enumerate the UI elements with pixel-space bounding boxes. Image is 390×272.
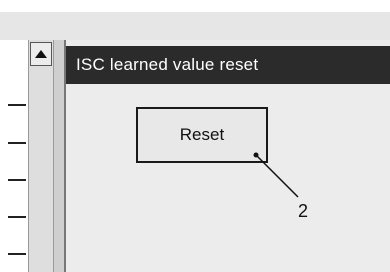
panel-title: ISC learned value reset bbox=[66, 46, 390, 84]
list-row-divider bbox=[8, 104, 26, 106]
list-row-divider bbox=[8, 253, 26, 255]
left-list-pane bbox=[0, 40, 28, 272]
reset-button[interactable]: Reset bbox=[136, 107, 268, 163]
list-row-divider bbox=[8, 216, 26, 218]
pane-splitter[interactable] bbox=[54, 40, 66, 272]
scroll-up-button[interactable] bbox=[30, 42, 52, 66]
triangle-up-icon bbox=[35, 50, 47, 58]
panel-title-text: ISC learned value reset bbox=[76, 55, 259, 74]
list-row-divider bbox=[8, 142, 26, 144]
callout-number: 2 bbox=[298, 201, 309, 221]
toolbar-strip bbox=[0, 12, 390, 41]
screen: ISC learned value reset Reset 2 bbox=[0, 0, 390, 272]
reset-button-label: Reset bbox=[179, 125, 225, 144]
list-row-divider bbox=[8, 179, 26, 181]
vertical-scrollbar[interactable] bbox=[28, 40, 54, 272]
